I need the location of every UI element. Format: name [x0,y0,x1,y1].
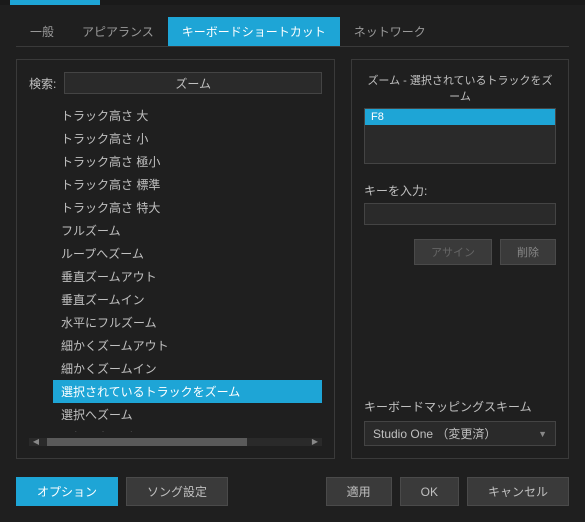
list-item[interactable]: 垂直ズームイン [53,288,322,311]
scroll-right-icon[interactable]: ▶ [310,438,320,446]
scroll-thumb[interactable] [47,438,247,446]
list-item[interactable]: 細かくズームアウト [53,334,322,357]
tab-general[interactable]: 一般 [16,17,68,46]
assigned-key-item[interactable]: F8 [365,109,555,125]
song-setup-button[interactable]: ソング設定 [126,477,228,506]
scroll-left-icon[interactable]: ◀ [31,438,41,446]
list-item[interactable]: 選択へ水平ズーム [53,426,322,432]
commands-panel: 検索: トラック高さ 大トラック高さ 小トラック高さ 極小トラック高さ 標準トラ… [16,59,335,459]
chevron-down-icon: ▼ [538,429,547,439]
tab-appearance[interactable]: アピアランス [68,17,168,46]
cancel-button[interactable]: キャンセル [467,477,569,506]
list-item[interactable]: トラック高さ 特大 [53,196,322,219]
command-list: トラック高さ 大トラック高さ 小トラック高さ 極小トラック高さ 標準トラック高さ… [29,104,322,432]
key-input-label: キーを入力: [364,182,556,199]
apply-button[interactable]: 適用 [326,477,392,506]
scheme-label: キーボードマッピングスキーム [364,398,556,415]
list-item[interactable]: トラック高さ 標準 [53,173,322,196]
list-item[interactable]: ループへズーム [53,242,322,265]
tab-keyboard-shortcuts[interactable]: キーボードショートカット [168,17,340,46]
list-item[interactable]: フルズーム [53,219,322,242]
command-title: ズーム - 選択されているトラックをズーム [364,72,556,104]
tab-network[interactable]: ネットワーク [340,17,440,46]
shortcut-detail-panel: ズーム - 選択されているトラックをズーム F8 キーを入力: アサイン 削除 … [351,59,569,459]
horizontal-scrollbar[interactable]: ◀ ▶ [29,438,322,446]
delete-button[interactable]: 削除 [500,239,556,265]
assign-button[interactable]: アサイン [414,239,492,265]
scheme-value: Studio One （変更済） [373,425,496,442]
search-label: 検索: [29,75,56,92]
list-item[interactable]: 選択されているトラックをズーム [53,380,322,403]
list-item[interactable]: 垂直ズームアウト [53,265,322,288]
list-item[interactable]: トラック高さ 小 [53,127,322,150]
list-item[interactable]: トラック高さ 大 [53,104,322,127]
key-input[interactable] [364,203,556,225]
list-item[interactable]: トラック高さ 極小 [53,150,322,173]
scheme-select[interactable]: Studio One （変更済） ▼ [364,421,556,446]
tabs-bar: 一般 アピアランス キーボードショートカット ネットワーク [16,17,569,47]
search-input[interactable] [64,72,322,94]
assigned-shortcuts-box[interactable]: F8 [364,108,556,164]
ok-button[interactable]: OK [400,477,459,506]
list-item[interactable]: 水平にフルズーム [53,311,322,334]
list-item[interactable]: 細かくズームイン [53,357,322,380]
list-item[interactable]: 選択へズーム [53,403,322,426]
options-button[interactable]: オプション [16,477,118,506]
